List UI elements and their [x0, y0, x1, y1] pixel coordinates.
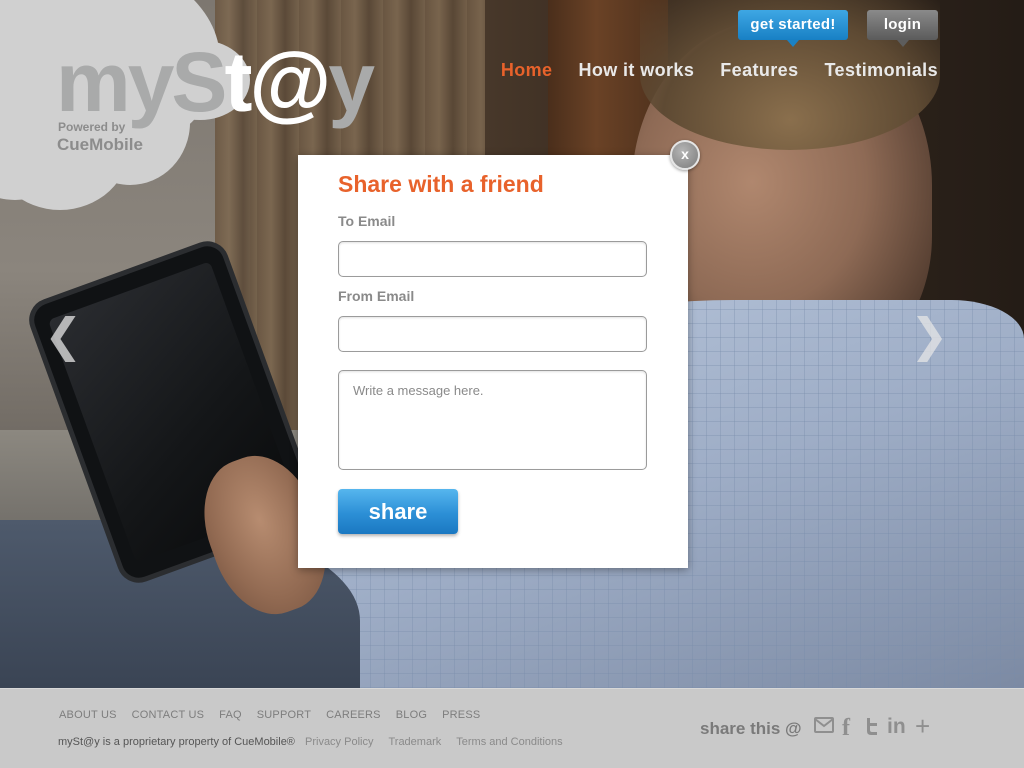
footer-link-trademark[interactable]: Trademark — [388, 736, 441, 748]
close-icon[interactable]: x — [670, 140, 700, 170]
from-email-label: From Email — [338, 288, 415, 304]
footer-link-careers[interactable]: CAREERS — [326, 709, 381, 721]
twitter-icon[interactable] — [862, 716, 882, 740]
logo-text-t: t — [224, 35, 252, 129]
nav-features[interactable]: Features — [720, 60, 798, 81]
logo-text-suffix: y — [328, 35, 375, 129]
chevron-left-icon[interactable]: ❮ — [44, 312, 83, 358]
logo-text-prefix: myS — [56, 35, 227, 129]
nav-testimonials[interactable]: Testimonials — [825, 60, 939, 81]
footer-legal-links: Privacy Policy Trademark Terms and Condi… — [305, 736, 578, 748]
chevron-right-icon[interactable]: ❯ — [910, 312, 949, 358]
facebook-icon[interactable]: f — [842, 716, 850, 740]
nav-home[interactable]: Home — [501, 60, 553, 81]
footer-link-blog[interactable]: BLOG — [396, 709, 427, 721]
logo-wordmark: mySt@y — [56, 40, 375, 124]
logo-text-at: @ — [249, 35, 331, 129]
nav-how-it-works[interactable]: How it works — [578, 60, 694, 81]
email-icon[interactable] — [814, 716, 834, 738]
to-email-label: To Email — [338, 213, 396, 229]
from-email-field[interactable] — [338, 316, 647, 352]
main-nav: Home How it works Features Testimonials — [475, 60, 938, 81]
footer-link-support[interactable]: SUPPORT — [257, 709, 311, 721]
login-button[interactable]: login — [867, 10, 938, 47]
logo-powered-by: Powered by — [58, 120, 126, 134]
message-field[interactable] — [338, 370, 647, 470]
get-started-button[interactable]: get started! — [738, 10, 848, 47]
footer-link-terms[interactable]: Terms and Conditions — [456, 736, 562, 748]
footer-link-press[interactable]: PRESS — [442, 709, 480, 721]
footer-link-privacy-policy[interactable]: Privacy Policy — [305, 736, 373, 748]
footer-link-contact-us[interactable]: CONTACT US — [132, 709, 205, 721]
footer-copyright: mySt@y is a proprietary property of CueM… — [58, 736, 295, 748]
share-button[interactable]: share — [338, 489, 458, 534]
footer-link-faq[interactable]: FAQ — [219, 709, 242, 721]
share-modal: Share with a friend To Email From Email … — [298, 155, 688, 568]
footer: ABOUT US CONTACT US FAQ SUPPORT CAREERS … — [0, 688, 1024, 768]
share-this-label: share this @ — [700, 719, 802, 738]
logo-company: CueMobile — [57, 135, 143, 154]
to-email-field[interactable] — [338, 241, 647, 277]
footer-link-about-us[interactable]: ABOUT US — [59, 709, 117, 721]
modal-title: Share with a friend — [338, 171, 544, 197]
google-plus-icon[interactable]: + — [915, 713, 930, 739]
linkedin-icon[interactable]: in — [887, 716, 906, 737]
footer-links: ABOUT US CONTACT US FAQ SUPPORT CAREERS … — [59, 709, 495, 721]
